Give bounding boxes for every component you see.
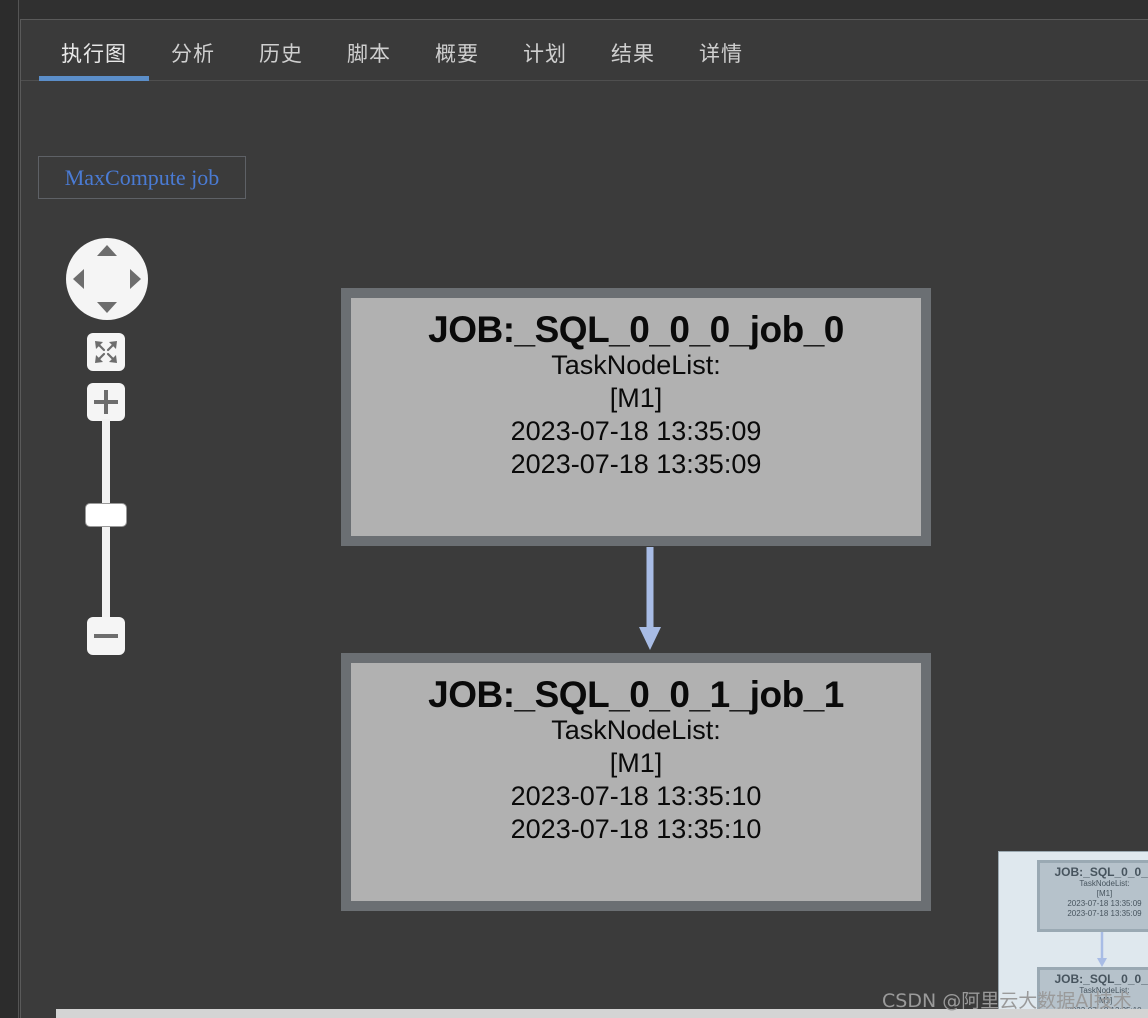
zoom-in-button[interactable] xyxy=(87,383,125,421)
tab-label: 结果 xyxy=(611,42,655,66)
minimap-node-title: JOB:_SQL_0_0_1 xyxy=(1054,972,1148,986)
graph-node-tasknodelist-label: TaskNodeList: xyxy=(551,715,721,746)
plus-icon xyxy=(87,383,125,421)
graph-minimap[interactable]: JOB:_SQL_0_0_0 TaskNodeList: [M1] 2023-0… xyxy=(998,851,1148,1018)
maxcompute-job-label: MaxCompute job xyxy=(64,164,220,190)
graph-node-title: JOB:_SQL_0_0_1_job_1 xyxy=(428,674,844,715)
minimap-node-tasknodelist-value: [M1] xyxy=(1096,996,1113,1005)
pan-left-arrow-icon[interactable] xyxy=(73,269,84,289)
zoom-out-button[interactable] xyxy=(87,617,125,655)
tab-analysis[interactable]: 分析 xyxy=(149,20,237,81)
tab-label: 详情 xyxy=(699,42,743,66)
pan-down-arrow-icon[interactable] xyxy=(97,302,117,313)
minus-icon xyxy=(87,617,125,655)
tab-label: 概要 xyxy=(435,42,479,66)
graph-node-body: JOB:_SQL_0_0_0_job_0 TaskNodeList: [M1] … xyxy=(351,298,921,536)
tab-label: 历史 xyxy=(259,42,303,66)
pan-right-arrow-icon[interactable] xyxy=(130,269,141,289)
tab-label: 执行图 xyxy=(61,42,127,66)
minimap-edge-arrow xyxy=(1097,932,1107,967)
app-root: 执行图 分析 历史 脚本 概要 计划 结果 详情 MaxCompute job … xyxy=(0,0,1148,1018)
tab-bar: 执行图 分析 历史 脚本 概要 计划 结果 详情 xyxy=(21,20,1148,81)
graph-node-tasknodelist-label: TaskNodeList: xyxy=(551,350,721,381)
pan-wheel-control[interactable] xyxy=(66,238,148,320)
left-gutter xyxy=(0,0,19,1018)
minimap-node-end-time: 2023-07-18 13:35:09 xyxy=(1067,909,1142,918)
graph-node-start-time: 2023-07-18 13:35:09 xyxy=(510,416,762,447)
graph-node-tasknodelist-value: [M1] xyxy=(609,748,663,779)
fit-to-screen-button[interactable] xyxy=(87,333,125,371)
tab-execution-graph[interactable]: 执行图 xyxy=(39,20,149,81)
graph-node-end-time: 2023-07-18 13:35:10 xyxy=(510,814,762,845)
graph-node-job-0[interactable]: JOB:_SQL_0_0_0_job_0 TaskNodeList: [M1] … xyxy=(341,288,931,546)
graph-node-tasknodelist-value: [M1] xyxy=(609,383,663,414)
minimap-node-tasknodelist-label: TaskNodeList: xyxy=(1079,879,1130,888)
zoom-slider-handle[interactable] xyxy=(85,503,127,527)
maxcompute-job-button[interactable]: MaxCompute job xyxy=(38,156,246,199)
tab-summary[interactable]: 概要 xyxy=(413,20,501,81)
tab-details[interactable]: 详情 xyxy=(677,20,765,81)
tab-label: 脚本 xyxy=(347,42,391,66)
fit-to-screen-icon xyxy=(95,341,117,363)
tab-label: 分析 xyxy=(171,42,215,66)
minimap-node-body: JOB:_SQL_0_0_0 TaskNodeList: [M1] 2023-0… xyxy=(1040,863,1148,929)
graph-node-job-1[interactable]: JOB:_SQL_0_0_1_job_1 TaskNodeList: [M1] … xyxy=(341,653,931,911)
graph-node-title: JOB:_SQL_0_0_0_job_0 xyxy=(428,309,844,350)
horizontal-scrollbar[interactable] xyxy=(56,1009,1148,1018)
tab-history[interactable]: 历史 xyxy=(237,20,325,81)
minimap-node-start-time: 2023-07-18 13:35:09 xyxy=(1067,899,1142,908)
graph-node-start-time: 2023-07-18 13:35:10 xyxy=(510,781,762,812)
minimap-node-tasknodelist-label: TaskNodeList: xyxy=(1079,986,1130,995)
minimap-node-title: JOB:_SQL_0_0_0 xyxy=(1054,865,1148,879)
tab-label: 计划 xyxy=(523,42,567,66)
tab-result[interactable]: 结果 xyxy=(589,20,677,81)
graph-node-end-time: 2023-07-18 13:35:09 xyxy=(510,449,762,480)
minimap-node-tasknodelist-value: [M1] xyxy=(1096,889,1113,898)
graph-edge-arrow xyxy=(639,547,661,650)
graph-node-body: JOB:_SQL_0_0_1_job_1 TaskNodeList: [M1] … xyxy=(351,663,921,901)
execution-graph-panel: 执行图 分析 历史 脚本 概要 计划 结果 详情 MaxCompute job … xyxy=(20,19,1148,1018)
tab-script[interactable]: 脚本 xyxy=(325,20,413,81)
graph-canvas[interactable]: MaxCompute job JOB:_SQL_0_0_0_job_0 Task… xyxy=(21,81,1148,1018)
tab-plan[interactable]: 计划 xyxy=(501,20,589,81)
minimap-node-job-0[interactable]: JOB:_SQL_0_0_0 TaskNodeList: [M1] 2023-0… xyxy=(1037,860,1148,932)
pan-up-arrow-icon[interactable] xyxy=(97,245,117,256)
